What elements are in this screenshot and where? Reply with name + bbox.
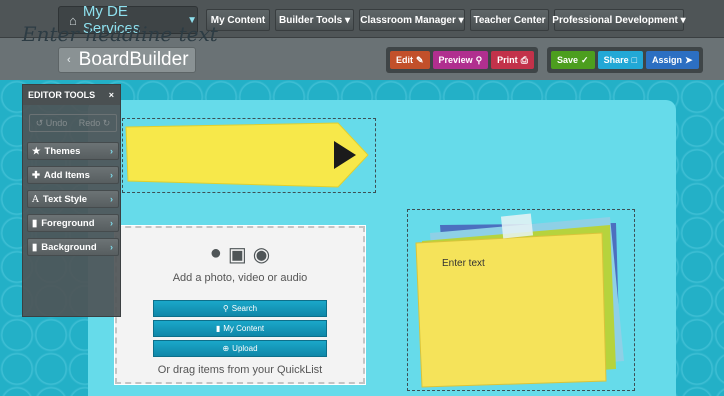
print-label: Print — [497, 55, 518, 65]
plus-icon: ✚ — [32, 169, 40, 181]
chevron-down-icon: ▾ — [680, 14, 686, 26]
editor-tools-panel: EDITOR TOOLS × ↺ Undo Redo ↻ ★ Themes › ✚ A… — [22, 84, 121, 317]
chevron-right-icon: › — [110, 194, 113, 204]
media-search-button[interactable]: ⚲ Search — [153, 300, 327, 317]
upload-icon: ⊕ — [222, 344, 230, 353]
boardbuilder-logo: BoardBuilder — [78, 49, 189, 70]
tool-label: Themes — [44, 145, 81, 157]
undo-redo-group: ↺ Undo Redo ↻ — [29, 114, 117, 132]
tool-themes[interactable]: ★ Themes › — [27, 142, 119, 160]
chevron-right-icon: › — [110, 170, 113, 180]
share-icon: □ — [631, 55, 638, 65]
film-icon: ▣ — [227, 244, 247, 266]
nav-label: Classroom Manager — [360, 14, 456, 26]
printer-icon: ⎙ — [520, 54, 528, 65]
chevron-right-icon: › — [110, 242, 113, 252]
folder-icon: ▮ — [215, 324, 221, 333]
tool-text-style[interactable]: A Text Style › — [27, 190, 119, 208]
save-action-group: Save ✓ Share □ Assign ➤ — [547, 47, 703, 73]
chevron-right-icon: › — [110, 146, 113, 156]
sticky-note-text[interactable]: Enter text — [442, 258, 485, 269]
audio-icon: ◉ — [252, 244, 271, 266]
assign-icon: ➤ — [685, 54, 693, 65]
nav-classroom-manager[interactable]: Classroom Manager ▾ — [359, 9, 465, 31]
chevron-down-icon: ▾ — [344, 14, 350, 26]
tool-label: Background — [41, 241, 97, 253]
text-icon: A — [32, 193, 39, 205]
chevron-left-icon: ‹ — [67, 54, 71, 66]
save-icon: ✓ — [581, 54, 589, 65]
chevron-right-icon: › — [110, 218, 113, 228]
media-my-content-button[interactable]: ▮ My Content — [153, 320, 327, 337]
search-icon: ⚲ — [475, 54, 483, 65]
save-button[interactable]: Save ✓ — [551, 51, 595, 69]
nav-builder-tools[interactable]: Builder Tools ▾ — [275, 9, 354, 31]
preview-button[interactable]: Preview ⚲ — [432, 51, 489, 69]
edit-button[interactable]: Edit ✎ — [390, 51, 430, 69]
redo-label: Redo — [78, 117, 101, 128]
undo-button[interactable]: ↺ Undo — [30, 118, 73, 129]
headline-banner[interactable] — [124, 121, 370, 189]
upload-label: Upload — [232, 344, 258, 353]
editor-tools-header: EDITOR TOOLS × — [23, 85, 120, 105]
edit-action-group: Edit ✎ Preview ⚲ Print ⎙ — [386, 47, 538, 73]
editor-tools-title: EDITOR TOOLS — [28, 90, 96, 100]
pencil-icon: ✎ — [416, 54, 424, 65]
media-upload-button[interactable]: ⊕ Upload — [153, 340, 327, 357]
edit-label: Edit — [396, 55, 413, 65]
media-drop-zone[interactable]: ● ▣ ◉ Add a photo, video or audio ⚲ Searc… — [114, 225, 366, 385]
tool-foreground[interactable]: ▮ Foreground › — [27, 214, 119, 232]
media-icons: ● ▣ ◉ — [117, 242, 363, 267]
nav-label: Professional Development — [552, 14, 678, 26]
share-label: Share — [603, 55, 629, 65]
nav-label: Builder Tools — [279, 14, 343, 26]
nav-label: My Content — [210, 14, 266, 26]
tool-label: Add Items — [43, 169, 90, 181]
close-icon[interactable]: × — [109, 90, 114, 100]
search-icon: ⚲ — [222, 304, 229, 313]
print-button[interactable]: Print ⎙ — [491, 51, 534, 69]
headline-text[interactable]: Enter headline text — [22, 22, 218, 46]
share-button[interactable]: Share □ — [597, 51, 644, 69]
media-drag-hint: Or drag items from your QuickList — [157, 364, 323, 376]
nav-label: Teacher Center — [473, 14, 546, 26]
search-label: Search — [231, 304, 258, 313]
tool-add-items[interactable]: ✚ Add Items › — [27, 166, 119, 184]
background-icon: ▮ — [32, 241, 38, 253]
undo-label: Undo — [45, 117, 68, 128]
chevron-down-icon: ▾ — [458, 14, 464, 26]
preview-label: Preview — [438, 55, 473, 65]
boardbuilder-back[interactable]: ‹ BoardBuilder — [58, 47, 196, 73]
save-label: Save — [557, 55, 579, 65]
my-content-label: My Content — [223, 324, 265, 333]
media-prompt: Add a photo, video or audio — [172, 272, 308, 284]
nav-teacher-center[interactable]: Teacher Center — [470, 9, 549, 31]
tool-label: Text Style — [42, 193, 88, 205]
assign-button[interactable]: Assign ➤ — [646, 51, 699, 69]
tool-label: Foreground — [41, 217, 95, 229]
tool-background[interactable]: ▮ Background › — [27, 238, 119, 256]
sticky-note[interactable] — [410, 211, 632, 389]
redo-button[interactable]: Redo ↻ — [73, 118, 116, 129]
foreground-icon: ▮ — [32, 217, 38, 229]
star-icon: ★ — [32, 145, 41, 157]
camera-icon: ● — [209, 242, 222, 264]
nav-professional-development[interactable]: Professional Development ▾ — [552, 9, 686, 31]
assign-label: Assign — [652, 55, 683, 65]
